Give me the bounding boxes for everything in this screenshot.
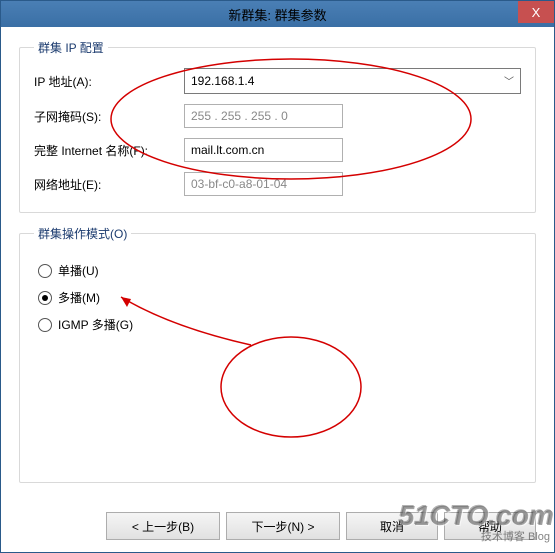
- subnet-mask-field: 255 . 255 . 255 . 0: [184, 104, 343, 128]
- row-ip-address: IP 地址(A): 192.168.1.4 ﹀: [34, 68, 521, 94]
- radio-circle-icon: [38, 291, 52, 305]
- close-button[interactable]: X: [518, 1, 554, 23]
- network-address-value: 03-bf-c0-a8-01-04: [191, 177, 287, 191]
- internet-name-field[interactable]: mail.lt.com.cn: [184, 138, 343, 162]
- dialog-body: 群集 IP 配置 IP 地址(A): 192.168.1.4 ﹀ 子网掩码(S)…: [1, 27, 554, 552]
- radio-unicast-label: 单播(U): [58, 262, 99, 279]
- row-subnet-mask: 子网掩码(S): 255 . 255 . 255 . 0: [34, 104, 521, 128]
- label-subnet-mask: 子网掩码(S):: [34, 108, 184, 125]
- ip-address-select[interactable]: 192.168.1.4 ﹀: [184, 68, 521, 94]
- radio-dot-icon: [42, 295, 48, 301]
- internet-name-value: mail.lt.com.cn: [191, 143, 264, 157]
- radio-igmp-label: IGMP 多播(G): [58, 316, 133, 333]
- radio-igmp[interactable]: IGMP 多播(G): [38, 316, 521, 333]
- button-bar: < 上一步(B) 下一步(N) > 取消 帮助: [106, 512, 536, 540]
- row-network-address: 网络地址(E): 03-bf-c0-a8-01-04: [34, 172, 521, 196]
- dialog-window: 新群集: 群集参数 X 群集 IP 配置 IP 地址(A): 192.168.1…: [0, 0, 555, 553]
- next-button[interactable]: 下一步(N) >: [226, 512, 340, 540]
- cancel-button-label: 取消: [380, 518, 404, 535]
- help-button-label: 帮助: [478, 518, 502, 535]
- group-operation-mode: 群集操作模式(O) 单播(U) 多播(M) IGMP 多播(G): [19, 225, 536, 483]
- label-ip-address: IP 地址(A):: [34, 73, 184, 90]
- group-operation-mode-legend: 群集操作模式(O): [34, 225, 131, 242]
- radio-circle-icon: [38, 318, 52, 332]
- subnet-mask-value: 255 . 255 . 255 . 0: [191, 109, 288, 123]
- label-internet-name: 完整 Internet 名称(F):: [34, 142, 184, 159]
- radio-unicast[interactable]: 单播(U): [38, 262, 521, 279]
- network-address-field: 03-bf-c0-a8-01-04: [184, 172, 343, 196]
- titlebar: 新群集: 群集参数 X: [1, 1, 554, 27]
- row-internet-name: 完整 Internet 名称(F): mail.lt.com.cn: [34, 138, 521, 162]
- window-title: 新群集: 群集参数: [228, 5, 326, 24]
- ip-address-value: 192.168.1.4: [191, 74, 254, 88]
- next-button-label: 下一步(N) >: [251, 518, 314, 535]
- back-button-label: < 上一步(B): [132, 518, 194, 535]
- group-ip-config: 群集 IP 配置 IP 地址(A): 192.168.1.4 ﹀ 子网掩码(S)…: [19, 39, 536, 213]
- radio-circle-icon: [38, 264, 52, 278]
- radio-multicast[interactable]: 多播(M): [38, 289, 521, 306]
- radio-multicast-label: 多播(M): [58, 289, 100, 306]
- help-button[interactable]: 帮助: [444, 512, 536, 540]
- back-button[interactable]: < 上一步(B): [106, 512, 220, 540]
- group-ip-config-legend: 群集 IP 配置: [34, 39, 108, 56]
- cancel-button[interactable]: 取消: [346, 512, 438, 540]
- label-network-address: 网络地址(E):: [34, 176, 184, 193]
- close-icon: X: [532, 5, 541, 20]
- chevron-down-icon: ﹀: [504, 73, 514, 88]
